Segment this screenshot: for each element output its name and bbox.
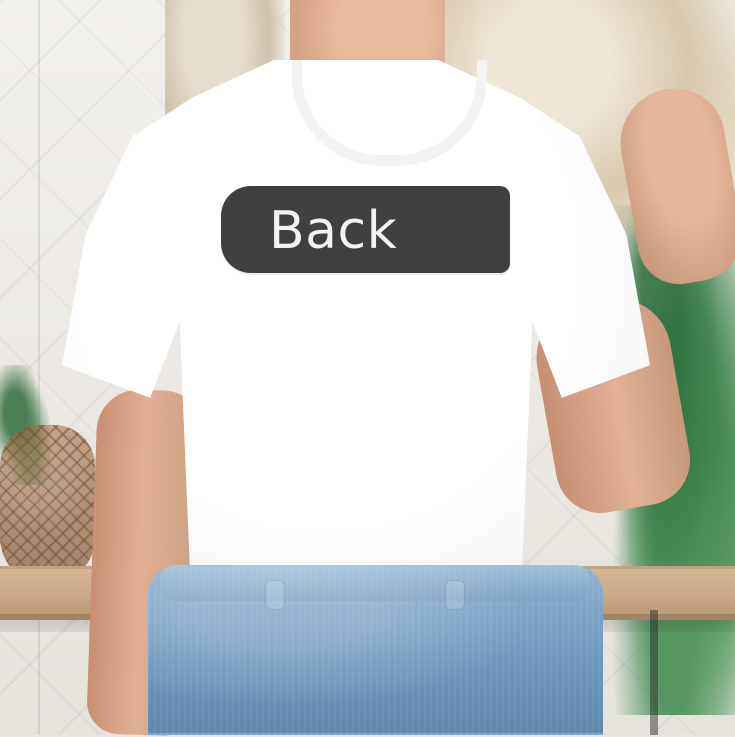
photo-scene: Back: [0, 0, 735, 737]
belt-loop: [445, 580, 465, 610]
woven-basket: [0, 425, 95, 585]
shelf-legs: [650, 610, 710, 735]
jeans-waistband: [160, 565, 590, 601]
belt-loop: [265, 580, 285, 610]
back-label-text: Back: [269, 201, 398, 261]
